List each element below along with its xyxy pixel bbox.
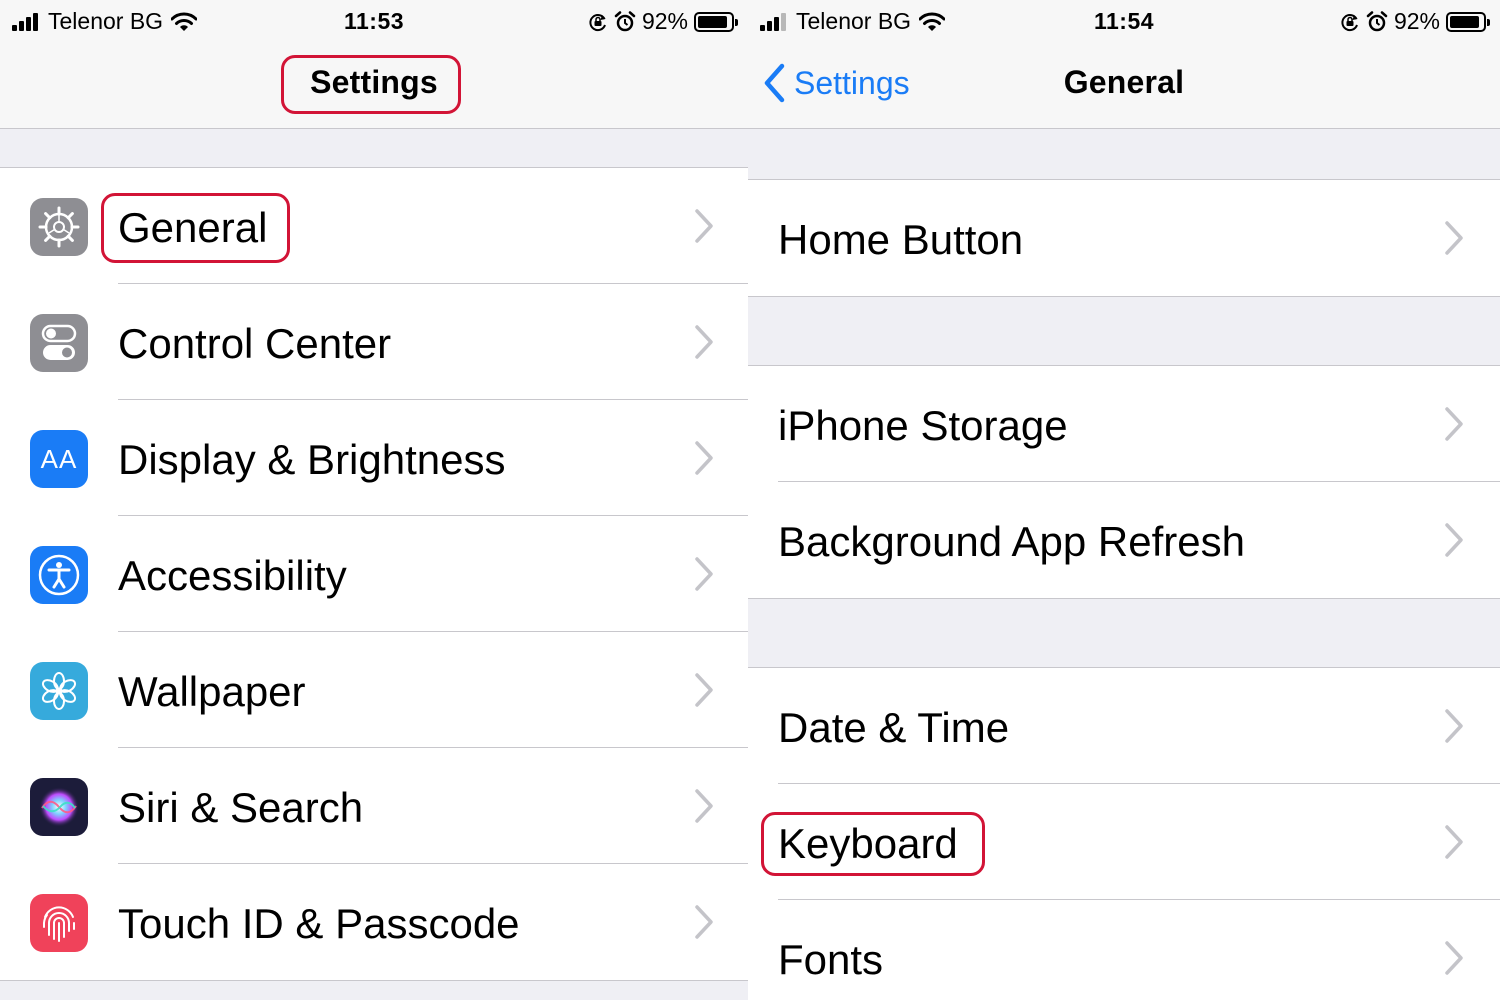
chevron-right-icon	[1445, 941, 1463, 975]
chevron-right-icon	[1445, 221, 1463, 255]
rotation-lock-icon	[1341, 13, 1358, 31]
settings-row-label: Wallpaper	[118, 668, 306, 715]
general-row-iphone-storage[interactable]: iPhone Storage	[748, 366, 1500, 482]
navigation-bar: Settings	[0, 42, 748, 129]
general-row-label: iPhone Storage	[778, 402, 1068, 449]
general-row-label: Fonts	[778, 936, 884, 983]
settings-list: General Control Center AA Display & Brig…	[0, 167, 748, 981]
status-bar: Telenor BG 11:54 92%	[748, 0, 1500, 42]
settings-row-label: Accessibility	[118, 552, 347, 599]
settings-row-label: Control Center	[118, 320, 392, 367]
gear-icon	[30, 198, 88, 256]
text-size-glyph: AA	[40, 443, 78, 474]
general-row-label: Background App Refresh	[778, 518, 1245, 565]
settings-row-display-brightness[interactable]: AA Display & Brightness	[0, 400, 748, 516]
general-row-label: Home Button	[778, 216, 1024, 263]
flower-icon	[30, 662, 88, 720]
settings-row-label: Display & Brightness	[118, 436, 506, 483]
general-group-1: Home Button	[748, 179, 1500, 297]
toggles-icon	[30, 314, 88, 372]
general-row-keyboard[interactable]: Keyboard	[748, 784, 1500, 900]
settings-row-control-center[interactable]: Control Center	[0, 284, 748, 400]
settings-row-label: General	[118, 204, 268, 251]
alarm-icon	[614, 10, 636, 31]
general-row-date-time[interactable]: Date & Time	[748, 668, 1500, 784]
battery-percentage: 92%	[1393, 8, 1440, 34]
general-screen: Telenor BG 11:54 92% Settings General Ho…	[748, 0, 1500, 1000]
settings-row-general[interactable]: General	[0, 168, 748, 284]
chevron-right-icon	[695, 905, 713, 939]
battery-icon	[694, 11, 738, 32]
general-row-label: Keyboard	[778, 820, 958, 867]
settings-row-wallpaper[interactable]: Wallpaper	[0, 632, 748, 748]
chevron-right-icon	[1445, 825, 1463, 859]
settings-row-label: Siri & Search	[118, 784, 364, 831]
page-title: Settings	[310, 64, 438, 100]
navigation-bar: Settings General	[748, 42, 1500, 129]
general-row-fonts[interactable]: Fonts	[748, 900, 1500, 1000]
settings-row-siri-search[interactable]: Siri & Search	[0, 748, 748, 864]
general-row-background-app-refresh[interactable]: Background App Refresh	[748, 482, 1500, 598]
general-row-home-button[interactable]: Home Button	[748, 180, 1500, 296]
siri-icon	[30, 778, 88, 836]
battery-icon	[1446, 11, 1490, 32]
chevron-right-icon	[1445, 407, 1463, 441]
fingerprint-icon	[30, 894, 88, 952]
accessibility-icon	[30, 546, 88, 604]
alarm-icon	[1366, 10, 1388, 31]
settings-row-label: Touch ID & Passcode	[118, 900, 520, 947]
chevron-right-icon	[695, 789, 713, 823]
chevron-right-icon	[695, 209, 713, 243]
text-size-icon: AA	[30, 430, 88, 488]
chevron-right-icon	[1445, 523, 1463, 557]
page-title: General	[1063, 64, 1185, 100]
general-group-3: Date & Time Keyboard Fonts	[748, 667, 1500, 1000]
settings-row-accessibility[interactable]: Accessibility	[0, 516, 748, 632]
general-row-label: Date & Time	[778, 704, 1010, 751]
chevron-right-icon	[1445, 709, 1463, 743]
rotation-lock-icon	[589, 13, 606, 31]
chevron-right-icon	[695, 673, 713, 707]
general-group-2: iPhone Storage Background App Refresh	[748, 365, 1500, 599]
chevron-right-icon	[695, 441, 713, 475]
chevron-right-icon	[695, 325, 713, 359]
settings-screen: Telenor BG 11:53 92% Settings General Co…	[0, 0, 748, 1000]
settings-row-touch-id-passcode[interactable]: Touch ID & Passcode	[0, 864, 748, 980]
battery-percentage: 92%	[641, 8, 688, 34]
chevron-right-icon	[695, 557, 713, 591]
status-bar: Telenor BG 11:53 92%	[0, 0, 748, 42]
